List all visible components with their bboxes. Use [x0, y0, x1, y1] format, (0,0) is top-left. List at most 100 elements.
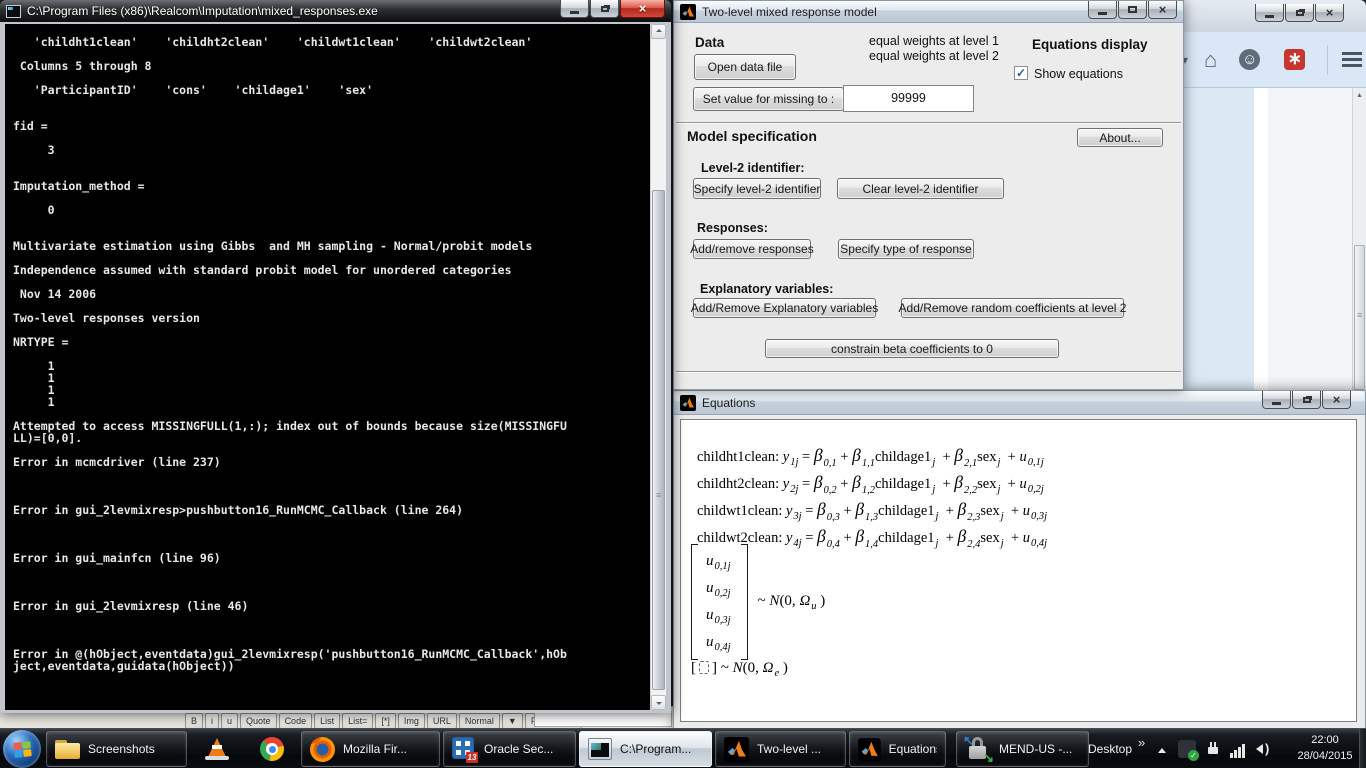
console-restore-button[interactable] — [590, 0, 619, 18]
model-window-title: Two-level mixed response model — [702, 5, 877, 19]
editor-button[interactable]: Code — [279, 713, 313, 729]
editor-button[interactable]: [*] — [375, 713, 396, 729]
model-maximize-button[interactable] — [1118, 1, 1147, 19]
power-icon[interactable] — [1204, 740, 1222, 758]
taskbar-item-chrome[interactable] — [246, 731, 298, 767]
console-scrollbar[interactable] — [650, 24, 666, 710]
add-random-coefficients-button[interactable]: Add/Remove random coefficients at level … — [901, 298, 1124, 318]
equation-row: childht2clean: y2j = β0,2 + β1,2childage… — [697, 469, 1047, 496]
console-minimize-button[interactable] — [560, 0, 589, 18]
scroll-up-button[interactable] — [651, 24, 666, 39]
specify-level2-button[interactable]: Specify level-2 identifier — [693, 178, 821, 199]
section-divider — [676, 371, 1181, 373]
browser-close-button[interactable]: × — [1315, 4, 1344, 22]
network-icon[interactable] — [1230, 740, 1248, 758]
editor-button[interactable]: ▼ — [502, 713, 523, 729]
editor-button[interactable]: URL — [427, 713, 457, 729]
taskbar-item-firefox[interactable]: Mozilla Fir... — [301, 731, 440, 767]
taskbar-item-screenshots[interactable]: Screenshots — [46, 731, 187, 767]
matlab-icon — [680, 4, 696, 20]
editor-text-field[interactable] — [534, 711, 672, 727]
editor-button[interactable]: Quote — [240, 713, 277, 729]
browser-restore-button[interactable] — [1285, 4, 1314, 22]
show-desktop-button[interactable] — [1359, 729, 1366, 768]
scroll-up-icon[interactable]: ▲ — [1353, 92, 1366, 99]
editor-button[interactable]: i — [205, 713, 219, 729]
editor-button[interactable]: List= — [342, 713, 373, 729]
u-vector: u0,1ju0,2ju0,3ju0,4j ~ N(0, Ωu ) — [691, 544, 825, 660]
model-minimize-button[interactable] — [1088, 1, 1117, 19]
editor-button[interactable]: Img — [398, 713, 425, 729]
taskbar-item-oracle[interactable]: 13 Oracle Sec... — [443, 731, 576, 767]
constrain-beta-button[interactable]: constrain beta coefficients to 0 — [765, 339, 1059, 358]
console-icon — [588, 738, 612, 760]
desktop-toolbar[interactable]: Desktop » — [1088, 731, 1145, 767]
home-icon[interactable]: ⌂ — [1204, 47, 1217, 73]
lastpass-icon[interactable]: ∗ — [1284, 49, 1305, 70]
matlab-icon — [724, 737, 749, 762]
menu-icon[interactable] — [1342, 51, 1362, 69]
editor-button[interactable]: List — [314, 713, 340, 729]
browser-minimize-button[interactable] — [1255, 4, 1284, 22]
console-close-button[interactable]: × — [620, 0, 665, 18]
notification-badge: 13 — [466, 752, 478, 763]
left-bracket — [691, 544, 698, 660]
open-data-file-button[interactable]: Open data file — [694, 54, 796, 80]
tray-app-icon[interactable] — [1178, 740, 1196, 758]
taskbar-clock[interactable]: 22:00 28/04/2015 — [1292, 732, 1358, 764]
start-button[interactable] — [3, 730, 41, 768]
volume-icon[interactable]: ) — [1256, 740, 1274, 758]
model-titlebar[interactable]: Two-level mixed response model × — [674, 1, 1183, 23]
clear-level2-button[interactable]: Clear level-2 identifier — [837, 178, 1004, 199]
equations-close-button[interactable]: × — [1322, 391, 1351, 409]
u-vector-item: u0,3j — [706, 602, 731, 629]
equations-window: Equations × childht1clean: y1j = β0,1 + … — [673, 390, 1366, 729]
taskbar-item-mendus[interactable]: ↖↘ MEND-US -... — [956, 731, 1089, 767]
overflow-chevron-icon[interactable]: » — [1138, 735, 1145, 750]
browser-titlebar: × — [1180, 0, 1366, 32]
editor-toolbar-buttons: BiuQuoteCodeListList=[*]ImgURLNormal▼Fon… — [185, 711, 584, 729]
taskbar-item-console[interactable]: C:\Program... — [579, 731, 712, 767]
folder-icon — [55, 740, 80, 759]
level2-identifier-label: Level-2 identifier: — [701, 161, 805, 175]
editor-button[interactable]: u — [221, 713, 238, 729]
scroll-down-button[interactable] — [651, 695, 666, 710]
add-remove-responses-button[interactable]: Add/remove responses — [693, 239, 811, 259]
taskbar-item-equations[interactable]: Equations — [849, 731, 946, 767]
taskbar: Screenshots Mozilla Fir... 13 Oracle Sec… — [0, 728, 1366, 768]
editor-button[interactable]: B — [185, 713, 203, 729]
set-missing-value-button[interactable]: Set value for missing to : — [693, 87, 844, 111]
equations-minimize-button[interactable] — [1262, 391, 1291, 409]
vlc-icon — [205, 737, 229, 761]
console-titlebar[interactable]: C:\Program Files (x86)\Realcom\Imputatio… — [0, 0, 671, 22]
toolbar-separator — [1327, 45, 1328, 75]
editor-button[interactable]: Normal — [459, 713, 500, 729]
clock-date: 28/04/2015 — [1292, 748, 1358, 764]
scrollbar-thumb[interactable]: ≡ — [1354, 245, 1365, 390]
equation-rows: childht1clean: y1j = β0,1 + β1,1childage… — [697, 442, 1047, 550]
scrollbar-thumb[interactable] — [652, 190, 665, 690]
missing-value-field[interactable]: 99999 — [843, 85, 974, 112]
model-close-button[interactable]: × — [1148, 1, 1177, 19]
show-hidden-icons-button[interactable] — [1153, 741, 1171, 757]
equations-restore-button[interactable] — [1292, 391, 1321, 409]
system-tray: ) — [1178, 729, 1282, 768]
browser-toolbar: ▾ ⌂ ☺ ∗ — [1180, 32, 1366, 88]
model-spec-heading: Model specification — [687, 128, 817, 144]
windows-logo-icon — [13, 741, 31, 758]
firefox-icon — [310, 737, 335, 762]
u-vector-item: u0,4j — [706, 629, 731, 656]
equations-titlebar[interactable]: Equations × — [674, 391, 1365, 415]
model-window: Two-level mixed response model × Data Op… — [673, 0, 1184, 390]
feedback-icon[interactable]: ☺ — [1239, 49, 1260, 70]
equations-display-heading: Equations display — [1032, 37, 1148, 52]
explanatory-variables-label: Explanatory variables: — [700, 282, 833, 296]
specify-response-type-button[interactable]: Specify type of response — [838, 239, 974, 259]
about-button[interactable]: About... — [1077, 128, 1163, 147]
console-output: 'childht1clean' 'childht2clean' 'childwt… — [5, 24, 650, 710]
u-distribution: ~ N(0, Ωu ) — [758, 593, 826, 612]
show-equations-checkbox[interactable]: ✓ — [1014, 66, 1028, 80]
taskbar-item-vlc[interactable] — [191, 731, 243, 767]
add-explanatory-button[interactable]: Add/Remove Explanatory variables — [693, 298, 876, 318]
taskbar-item-model[interactable]: Two-level ... — [715, 731, 846, 767]
